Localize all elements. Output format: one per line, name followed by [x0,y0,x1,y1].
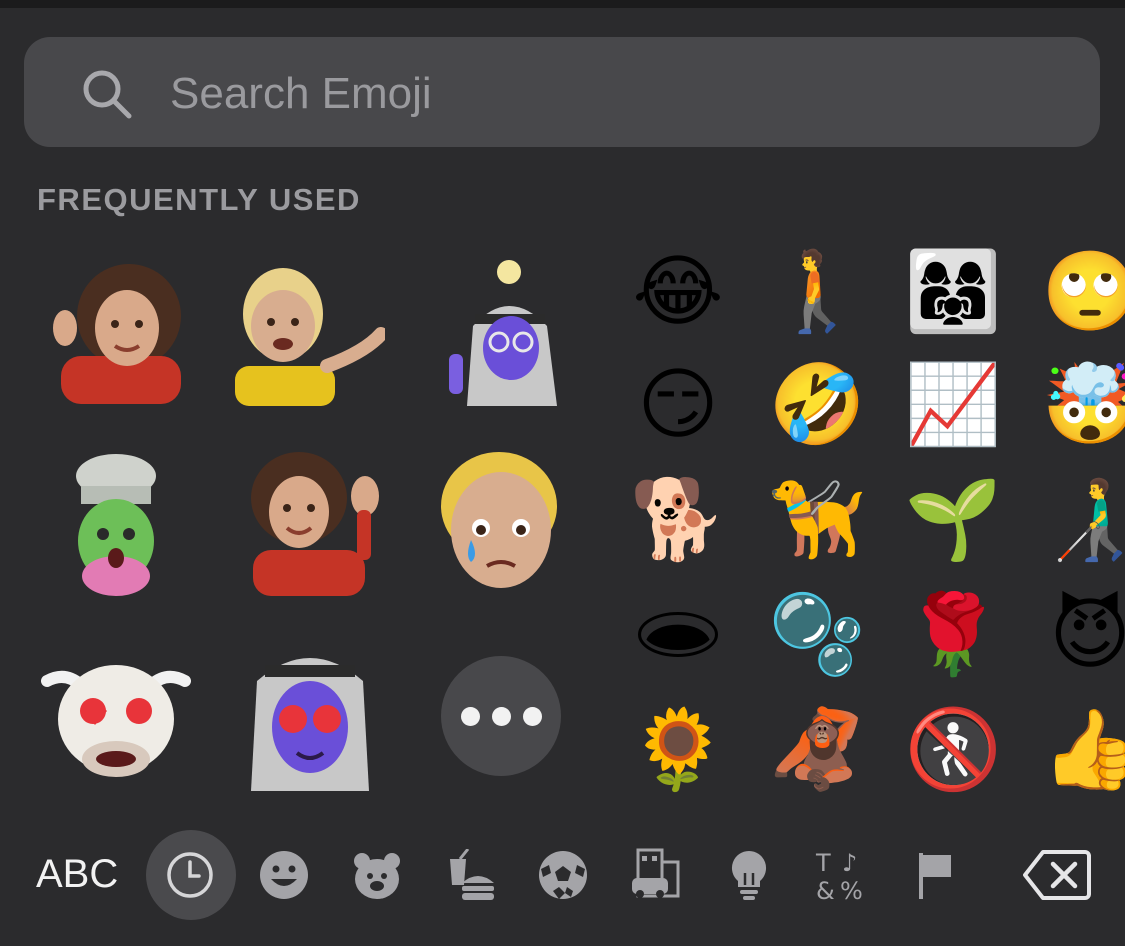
emoji-key[interactable]: 😂 [628,242,728,342]
emoji-key[interactable]: 😈 [1040,585,1125,685]
more-memoji-button[interactable] [441,656,561,776]
emoji-glyph: 👨‍🦯 [1041,475,1125,565]
animals-icon[interactable] [344,842,410,908]
emoji-key[interactable]: 🕳 [628,585,728,685]
activity-icon[interactable] [530,842,596,908]
emoji-glyph: 😈 [1049,590,1125,680]
emoji-glyph: 🌱 [904,475,1002,565]
emoji-glyph: 🤣 [768,360,866,450]
emoji-key[interactable]: 🐕 [628,470,728,570]
memoji-wave-curly-hair-image [251,452,379,596]
emoji-key[interactable]: 🤣 [767,355,867,455]
emoji-glyph: 🕳 [628,590,728,680]
emoji-key[interactable]: 🌱 [903,470,1003,570]
memoji-idea-keffiyeh-image [449,260,557,406]
emoji-key[interactable]: 🦧 [767,700,867,800]
svg-text:T: T [815,849,831,877]
dot [491,706,511,726]
travel-icon[interactable] [622,842,688,908]
emoji-glyph: 😏 [637,360,719,450]
svg-text:&: & [816,877,835,903]
emoji-glyph: 🦧 [768,705,866,795]
memoji-shrug-blond[interactable] [234,255,386,407]
emoji-key[interactable]: 📈 [903,355,1003,455]
dot [460,706,480,726]
dot [522,706,542,726]
emoji-key[interactable]: 🫧 [767,585,867,685]
emoji-glyph: 🌻 [629,705,727,795]
memoji-mind-blown-green[interactable] [40,445,192,597]
emoji-glyph: 👍 [1041,705,1125,795]
objects-icon[interactable] [716,842,782,908]
emoji-key[interactable]: 🙄 [1040,242,1125,342]
section-title-frequently-used: FREQUENTLY USED [37,182,361,217]
memoji-cow-heart-eyes[interactable] [40,640,192,792]
emoji-glyph: 📈 [904,360,1002,450]
emoji-glyph: 😂 [632,247,724,337]
emoji-key[interactable]: 👍 [1040,700,1125,800]
symbols-icon[interactable]: T ♪ & % [808,842,874,908]
emoji-key[interactable]: 🚷 [903,700,1003,800]
search-placeholder: Search Emoji [170,69,432,118]
smileys-icon[interactable] [251,842,317,908]
emoji-glyph: 🙄 [1041,247,1125,337]
food-icon[interactable] [437,842,503,908]
top-edge [0,0,1125,8]
emoji-key[interactable]: 😏 [628,355,728,455]
memoji-heart-eyes-keffiyeh[interactable] [234,640,386,792]
emoji-glyph: 🚷 [904,705,1002,795]
search-icon [83,70,132,119]
flags-icon[interactable] [902,842,968,908]
svg-text:♪: ♪ [842,849,857,877]
abc-keyboard-button[interactable]: ABC [36,852,118,896]
memoji-cow-heart-eyes-image [41,665,191,777]
memoji-wave-curly-hair[interactable] [234,445,386,597]
memoji-idea-keffiyeh[interactable] [436,255,588,407]
emoji-key[interactable]: 🤯 [1040,355,1125,455]
search-field[interactable]: Search Emoji [24,37,1100,147]
memoji-crying-blond-image [441,452,557,588]
memoji-crying-blond[interactable] [436,445,588,597]
memoji-mind-blown-green-image [76,454,156,596]
category-toolbar: ABC T ♪ & % [0,820,1125,930]
memoji-heart-eyes-keffiyeh-image [251,658,369,791]
emoji-glyph: 🤯 [1041,360,1125,450]
emoji-glyph: 🚶 [768,247,866,337]
emoji-key[interactable]: 🚶 [767,242,867,342]
emoji-key[interactable]: 👨‍🦯 [1040,470,1125,570]
emoji-glyph: 👩‍👩‍👧 [904,247,1002,337]
recent-clock-icon[interactable] [157,842,223,908]
memoji-call-me-curly-hair-image [53,264,181,404]
emoji-glyph: 🫧 [768,590,866,680]
memoji-call-me-curly-hair[interactable] [40,255,192,407]
memoji-shrug-blond-image [235,268,385,406]
emoji-key[interactable]: 🦮 [767,470,867,570]
emoji-glyph: 🦮 [768,475,866,565]
emoji-key[interactable]: 🌻 [628,700,728,800]
delete-icon[interactable] [1022,842,1092,908]
emoji-key[interactable]: 👩‍👩‍👧 [903,242,1003,342]
emoji-glyph: 🌹 [904,590,1002,680]
emoji-key[interactable]: 🌹 [903,585,1003,685]
emoji-glyph: 🐕 [629,475,727,565]
svg-text:%: % [840,877,863,903]
